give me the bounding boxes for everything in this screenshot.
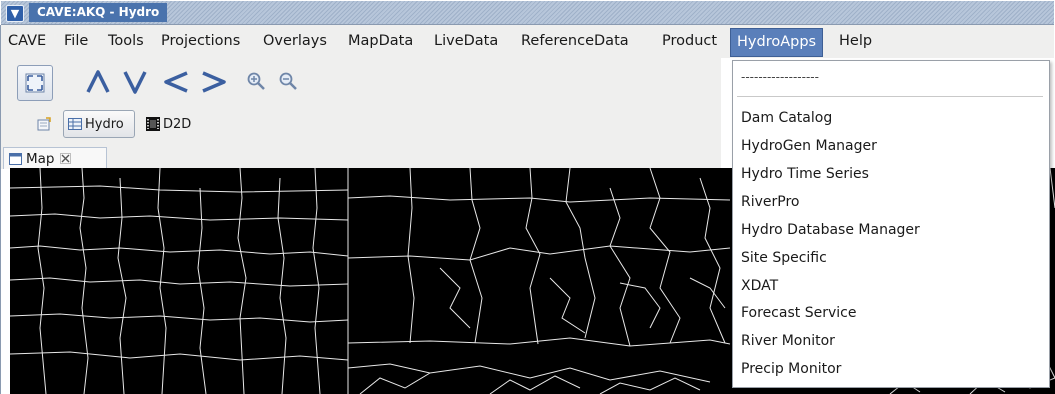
menu-item-hydro-time-series[interactable]: Hydro Time Series — [741, 166, 869, 182]
open-perspective-button[interactable] — [37, 110, 57, 138]
arrow-left-icon — [164, 71, 188, 93]
arrow-right-icon — [202, 71, 226, 93]
menu-cave[interactable]: CAVE — [8, 33, 46, 49]
menu-item-river-monitor[interactable]: River Monitor — [741, 333, 835, 349]
zoom-in-icon — [247, 72, 265, 90]
menu-projections[interactable]: Projections — [161, 33, 240, 49]
pan-up-button[interactable] — [81, 66, 115, 98]
chevron-down-icon[interactable]: ▼ — [6, 5, 24, 22]
perspective-d2d-label: D2D — [163, 116, 192, 132]
menu-referencedata[interactable]: ReferenceData — [521, 33, 629, 49]
menu-overlays[interactable]: Overlays — [263, 33, 327, 49]
pan-down-button[interactable] — [118, 66, 152, 98]
menu-divider — [737, 96, 1043, 97]
menu-item-precip-monitor[interactable]: Precip Monitor — [741, 361, 841, 377]
zoom-out-icon — [279, 72, 297, 90]
zoom-out-button[interactable] — [277, 70, 299, 92]
open-perspective-icon — [37, 117, 51, 131]
menu-item-dam-catalog[interactable]: Dam Catalog — [741, 110, 832, 126]
perspective-hydro[interactable]: Hydro — [63, 110, 135, 138]
window-title: CAVE:AKQ - Hydro — [29, 3, 168, 22]
pan-left-button[interactable] — [159, 66, 193, 98]
menu-item-hydro-database-manager[interactable]: Hydro Database Manager — [741, 222, 920, 238]
menu-file[interactable]: File — [64, 33, 88, 49]
table-icon — [68, 118, 82, 130]
close-icon[interactable] — [59, 153, 71, 164]
menu-item-riverpro[interactable]: RiverPro — [741, 194, 799, 210]
title-bar[interactable]: ▼ CAVE:AKQ - Hydro — [1, 1, 1054, 25]
navigation-toolbar — [1, 58, 721, 105]
menu-tools[interactable]: Tools — [108, 33, 144, 49]
perspective-bar: Hydro D2D — [1, 105, 721, 145]
fullscreen-button[interactable] — [17, 65, 53, 101]
hydroapps-dropdown-menu: ------------------ Dam Catalog HydroGen … — [732, 60, 1050, 388]
tab-map-label: Map — [26, 150, 55, 167]
menu-tearoff-separator[interactable]: ------------------ — [741, 70, 819, 84]
menu-item-xdat[interactable]: XDAT — [741, 278, 778, 294]
film-icon — [146, 117, 160, 131]
pan-right-button[interactable] — [197, 66, 231, 98]
menu-item-hydrogen-manager[interactable]: HydroGen Manager — [741, 138, 877, 154]
menu-item-forecast-service[interactable]: Forecast Service — [741, 305, 856, 321]
menu-product[interactable]: Product — [662, 33, 717, 49]
zoom-in-button[interactable] — [245, 70, 267, 92]
menu-bar: CAVE File Tools Projections Overlays Map… — [1, 25, 1054, 58]
menu-livedata[interactable]: LiveData — [434, 33, 498, 49]
editor-tab-bar: Map — [1, 145, 721, 169]
perspective-hydro-label: Hydro — [85, 116, 124, 132]
window-icon — [9, 152, 22, 165]
tab-map[interactable]: Map — [3, 147, 107, 169]
perspective-d2d[interactable]: D2D — [146, 110, 216, 138]
arrow-down-icon — [123, 71, 147, 94]
cave-window: ▼ CAVE:AKQ - Hydro CAVE File Tools Proje… — [0, 0, 1055, 394]
menu-item-site-specific[interactable]: Site Specific — [741, 250, 827, 266]
menu-hydroapps[interactable]: HydroApps — [730, 28, 824, 57]
menu-help[interactable]: Help — [839, 33, 872, 49]
menu-mapdata[interactable]: MapData — [348, 33, 413, 49]
fullscreen-icon — [25, 73, 45, 93]
arrow-up-icon — [86, 70, 110, 93]
